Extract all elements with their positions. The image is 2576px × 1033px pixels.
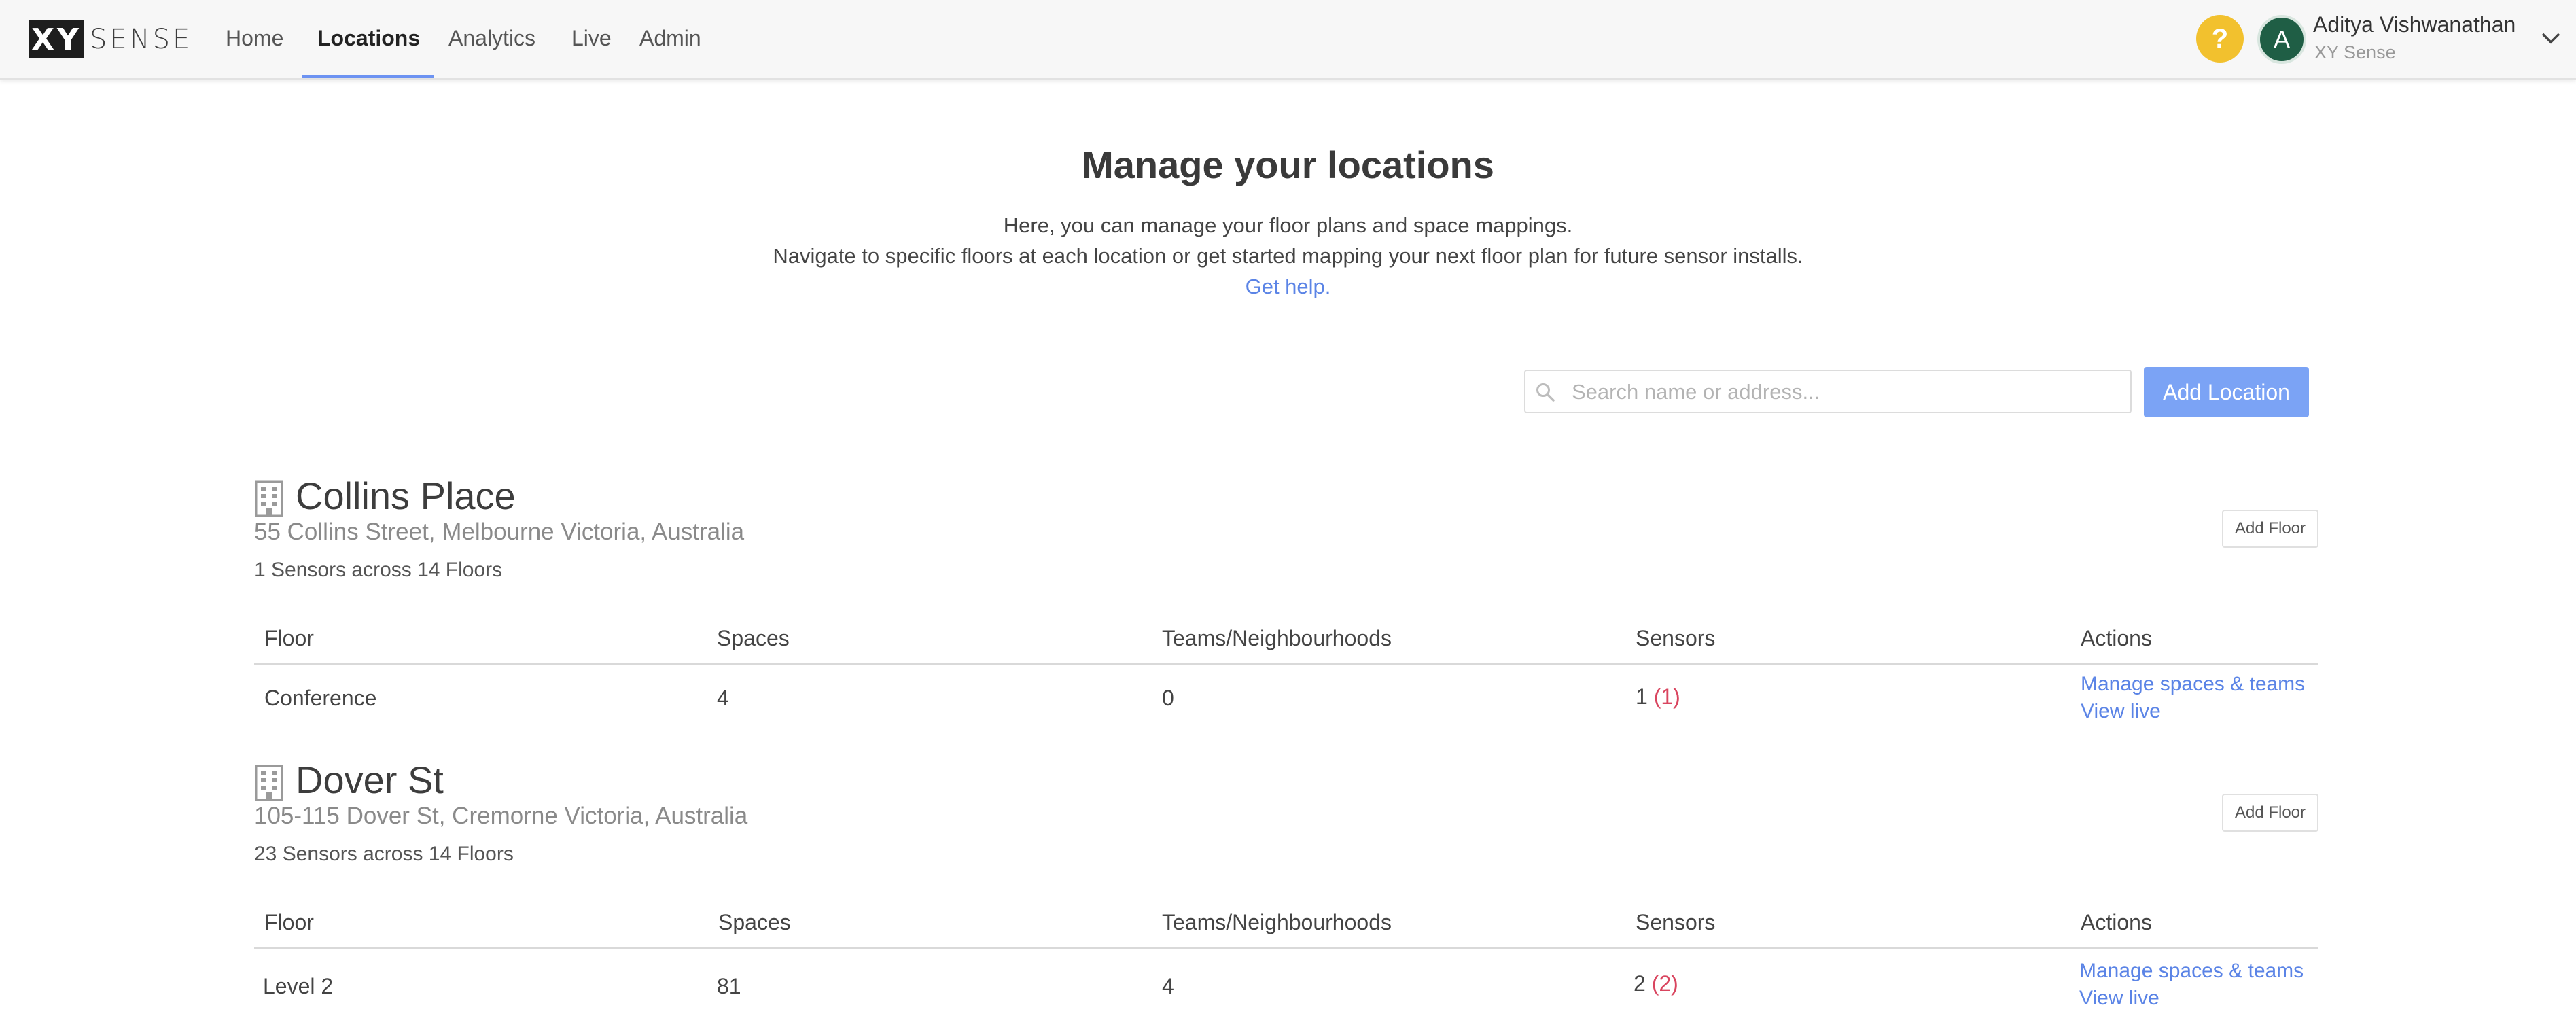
top-navbar: XY SENSE Home Locations Analytics Live A… (0, 0, 2576, 80)
get-help-link[interactable]: Get help. (0, 275, 2576, 299)
location-stats: 1 Sensors across 14 Floors (254, 559, 503, 581)
spaces-cell: 81 (717, 974, 741, 998)
xy-sense-logo[interactable]: XY SENSE (29, 20, 192, 58)
sensors-cell: 2 (2) (1634, 971, 1678, 996)
column-header-spaces: Spaces (717, 626, 790, 650)
column-header-actions: Actions (2081, 626, 2152, 650)
search-icon (1536, 383, 1555, 402)
user-organization: XY Sense (2314, 42, 2396, 63)
add-floor-button[interactable]: Add Floor (2222, 510, 2318, 548)
sensor-count: 2 (1634, 971, 1646, 996)
nav-live[interactable]: Live (571, 23, 612, 53)
search-input[interactable] (1570, 371, 2123, 413)
location-name[interactable]: Dover St (296, 758, 444, 802)
column-header-sensors: Sensors (1636, 626, 1716, 650)
spaces-cell: 4 (717, 686, 729, 710)
location-address: 105-115 Dover St, Cremorne Victoria, Aus… (254, 803, 748, 829)
location-name[interactable]: Collins Place (296, 474, 516, 518)
floor-cell: Conference (264, 686, 377, 710)
column-header-teams: Teams/Neighbourhoods (1162, 910, 1392, 934)
nav-admin[interactable]: Admin (639, 23, 701, 53)
column-header-sensors: Sensors (1636, 910, 1716, 934)
manage-spaces-teams-link[interactable]: Manage spaces & teams (2081, 673, 2305, 696)
avatar[interactable]: A (2257, 15, 2306, 64)
column-header-floor: Floor (264, 910, 314, 934)
table-divider (254, 663, 2318, 665)
view-live-link[interactable]: View live (2079, 987, 2159, 1010)
nav-home[interactable]: Home (226, 23, 283, 53)
logo-text: SENSE (90, 24, 193, 55)
table-divider (254, 947, 2318, 949)
column-header-spaces: Spaces (718, 910, 791, 934)
offline-sensor-count: (1) (1653, 684, 1680, 709)
location-stats: 23 Sensors across 14 Floors (254, 843, 514, 865)
nav-locations[interactable]: Locations (317, 23, 420, 53)
chevron-down-icon[interactable] (2540, 27, 2562, 49)
column-header-floor: Floor (264, 626, 314, 650)
column-header-actions: Actions (2081, 910, 2152, 934)
building-icon (255, 765, 283, 801)
nav-analytics[interactable]: Analytics (448, 23, 535, 53)
teams-cell: 4 (1162, 974, 1174, 998)
intro-line-2: Navigate to specific floors at each loca… (773, 244, 1803, 268)
location-address: 55 Collins Street, Melbourne Victoria, A… (254, 519, 745, 545)
teams-cell: 0 (1162, 686, 1174, 710)
building-icon (255, 480, 283, 517)
help-button[interactable]: ? (2196, 15, 2244, 63)
floor-cell: Level 2 (263, 974, 334, 998)
user-name[interactable]: Aditya Vishwanathan (2313, 12, 2516, 37)
search-box[interactable] (1524, 370, 2132, 413)
column-header-teams: Teams/Neighbourhoods (1162, 626, 1392, 650)
intro-line-1: Here, you can manage your floor plans an… (1003, 213, 1573, 237)
add-floor-button[interactable]: Add Floor (2222, 794, 2318, 832)
sensors-cell: 1 (1) (1636, 684, 1680, 710)
offline-sensor-count: (2) (1651, 971, 1678, 996)
add-location-button[interactable]: Add Location (2144, 367, 2309, 417)
logo-mark: XY (29, 20, 84, 58)
manage-spaces-teams-link[interactable]: Manage spaces & teams (2079, 960, 2304, 983)
sensor-count: 1 (1636, 684, 1648, 709)
view-live-link[interactable]: View live (2081, 700, 2161, 723)
page-title: Manage your locations (1082, 143, 1494, 186)
active-tab-indicator (302, 75, 434, 78)
